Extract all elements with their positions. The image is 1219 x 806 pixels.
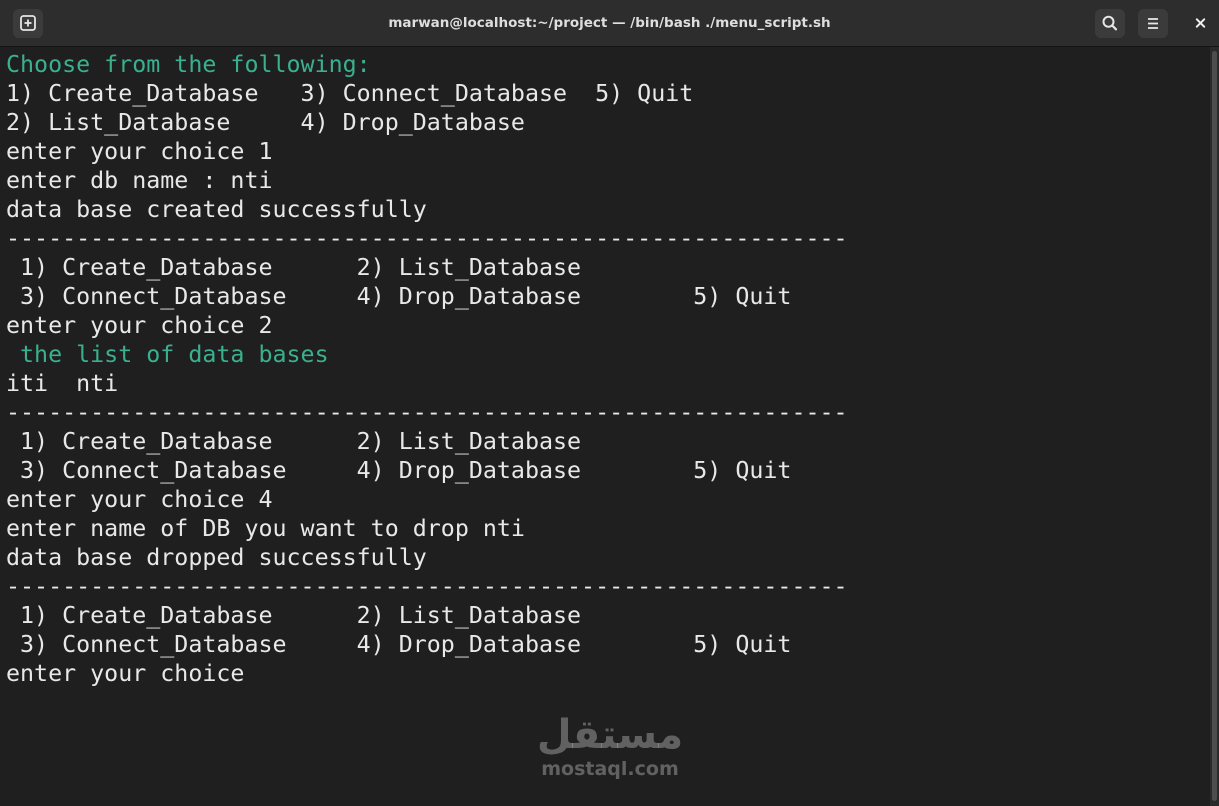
terminal-line: 1) Create_Database 2) List_Database bbox=[6, 254, 582, 281]
terminal-line: 3) Connect_Database 4) Drop_Database 5) … bbox=[6, 631, 792, 658]
terminal-line: enter name of DB you want to drop nti bbox=[6, 515, 525, 542]
terminal-line: Choose from the following: bbox=[6, 51, 371, 78]
terminal-line: enter your choice 1 bbox=[6, 138, 273, 165]
terminal-line: 2) List_Database 4) Drop_Database bbox=[6, 109, 525, 136]
terminal-output[interactable]: Choose from the following: 1) Create_Data… bbox=[0, 47, 1210, 806]
search-button[interactable] bbox=[1095, 9, 1125, 38]
menu-button[interactable] bbox=[1138, 9, 1168, 38]
close-icon bbox=[1195, 18, 1206, 28]
terminal-line: data base created successfully bbox=[6, 196, 427, 223]
scrollbar-thumb[interactable] bbox=[1212, 51, 1217, 801]
terminal-line: ----------------------------------------… bbox=[6, 399, 848, 426]
terminal-line: data base dropped successfully bbox=[6, 544, 427, 571]
terminal-line: enter your choice bbox=[6, 660, 245, 687]
window-title: marwan@localhost:~/project — /bin/bash .… bbox=[388, 15, 831, 31]
terminal-line: the list of data bases bbox=[6, 341, 329, 368]
terminal-line: 1) Create_Database 2) List_Database bbox=[6, 602, 582, 629]
terminal-window: marwan@localhost:~/project — /bin/bash .… bbox=[0, 0, 1219, 806]
terminal-line: 1) Create_Database 3) Connect_Database 5… bbox=[6, 80, 694, 107]
terminal-line: 1) Create_Database 2) List_Database bbox=[6, 428, 582, 455]
terminal-line: enter your choice 2 bbox=[6, 312, 273, 339]
title-bar[interactable]: marwan@localhost:~/project — /bin/bash .… bbox=[0, 0, 1219, 47]
terminal-line: iti nti bbox=[6, 370, 119, 397]
terminal-line: 3) Connect_Database 4) Drop_Database 5) … bbox=[6, 457, 792, 484]
scrollbar[interactable] bbox=[1210, 47, 1219, 806]
terminal-line: 3) Connect_Database 4) Drop_Database 5) … bbox=[6, 283, 792, 310]
terminal-line: ----------------------------------------… bbox=[6, 573, 848, 600]
close-button[interactable] bbox=[1186, 9, 1216, 38]
search-icon bbox=[1102, 15, 1118, 31]
terminal-line: enter your choice 4 bbox=[6, 486, 273, 513]
terminal-line: ----------------------------------------… bbox=[6, 225, 848, 252]
hamburger-menu-icon bbox=[1148, 18, 1158, 29]
terminal-line: enter db name : nti bbox=[6, 167, 273, 194]
